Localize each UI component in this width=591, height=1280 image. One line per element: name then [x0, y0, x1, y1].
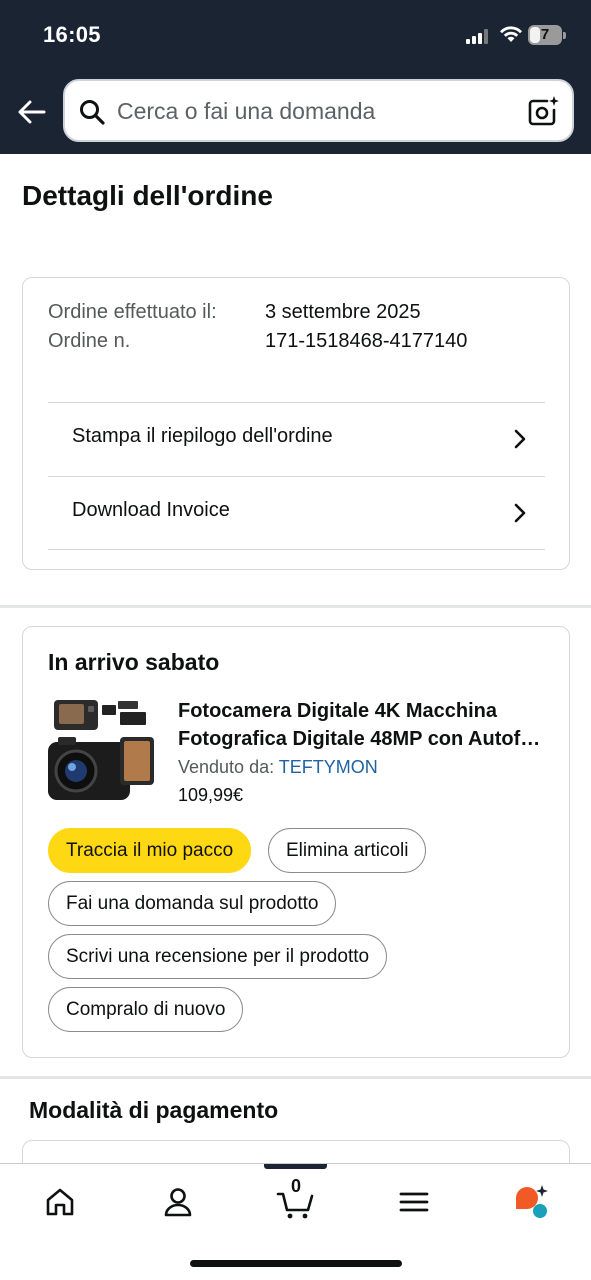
battery-icon: 7 — [528, 25, 566, 45]
back-arrow-icon[interactable] — [14, 94, 50, 130]
status-time: 16:05 — [43, 22, 101, 47]
seller-info: Venduto da: TEFTYMON — [178, 757, 378, 778]
seller-link[interactable]: TEFTYMON — [279, 757, 378, 777]
rufus-assistant-icon[interactable] — [512, 1182, 552, 1222]
cart-count: 0 — [290, 1176, 301, 1196]
delivery-card: In arrivo sabato Fotocamera Digitale 4K … — [22, 626, 570, 1058]
track-package-button[interactable]: Traccia il mio pacco — [48, 828, 252, 873]
order-date-value: 3 settembre 2025 — [265, 301, 421, 323]
search-icon — [80, 100, 105, 125]
write-review-button[interactable]: Scrivi una recensione per il prodotto — [48, 934, 388, 979]
payment-section-title: Modalità di pagamento — [29, 1097, 279, 1123]
search-bar[interactable] — [63, 79, 574, 142]
product-title[interactable]: Fotocamera Digitale 4K Macchina Fotograf… — [178, 697, 548, 753]
order-number-label: Ordine n. — [48, 329, 131, 352]
camera-lens-icon[interactable] — [527, 95, 559, 127]
page-title: Dettagli dell'ordine — [22, 180, 273, 211]
menu-icon[interactable] — [394, 1182, 434, 1222]
order-info-labels: Ordine effettuato il: Ordine n. — [48, 298, 238, 355]
order-info-values: 3 settembre 2025 171-1518468-4177140 — [265, 298, 467, 355]
buy-again-button[interactable]: Compralo di nuovo — [48, 987, 244, 1032]
chevron-right-icon — [514, 429, 526, 449]
cellular-signal-icon — [466, 29, 488, 44]
home-icon[interactable] — [40, 1182, 80, 1222]
account-icon[interactable] — [158, 1182, 198, 1222]
active-tab-indicator — [264, 1164, 327, 1169]
section-divider — [0, 1076, 591, 1079]
ask-question-button[interactable]: Fai una domanda sul prodotto — [48, 881, 337, 926]
app-header: 16:05 7 — [0, 0, 591, 154]
wifi-icon — [500, 26, 522, 42]
search-input[interactable] — [117, 91, 517, 131]
chevron-right-icon — [514, 503, 526, 523]
delivery-status: In arrivo sabato — [48, 649, 220, 675]
section-divider — [0, 605, 591, 608]
delete-items-button[interactable]: Elimina articoli — [268, 828, 427, 873]
order-number-value: 171-1518468-4177140 — [265, 329, 468, 352]
cart-tab[interactable]: 0 — [276, 1176, 316, 1222]
download-invoice-label: Download Invoice — [72, 499, 230, 521]
product-title-line2: Fotografica Digitale 48MP con Autofocus — [178, 728, 548, 750]
product-image[interactable] — [48, 697, 154, 805]
order-info-card: Ordine effettuato il: Ordine n. 3 settem… — [22, 277, 570, 570]
product-title-line1: Fotocamera Digitale 4K Macchina — [178, 700, 497, 722]
home-indicator — [190, 1260, 402, 1267]
product-price: 109,99€ — [178, 785, 244, 805]
sold-by-label: Venduto da: — [178, 757, 275, 777]
download-invoice-link[interactable]: Download Invoice — [48, 476, 545, 549]
print-summary-label: Stampa il riepilogo dell'ordine — [72, 425, 333, 447]
print-summary-link[interactable]: Stampa il riepilogo dell'ordine — [48, 402, 545, 475]
order-date-label: Ordine effettuato il: — [48, 301, 217, 323]
battery-level: 7 — [540, 26, 550, 43]
row-divider — [48, 549, 545, 550]
